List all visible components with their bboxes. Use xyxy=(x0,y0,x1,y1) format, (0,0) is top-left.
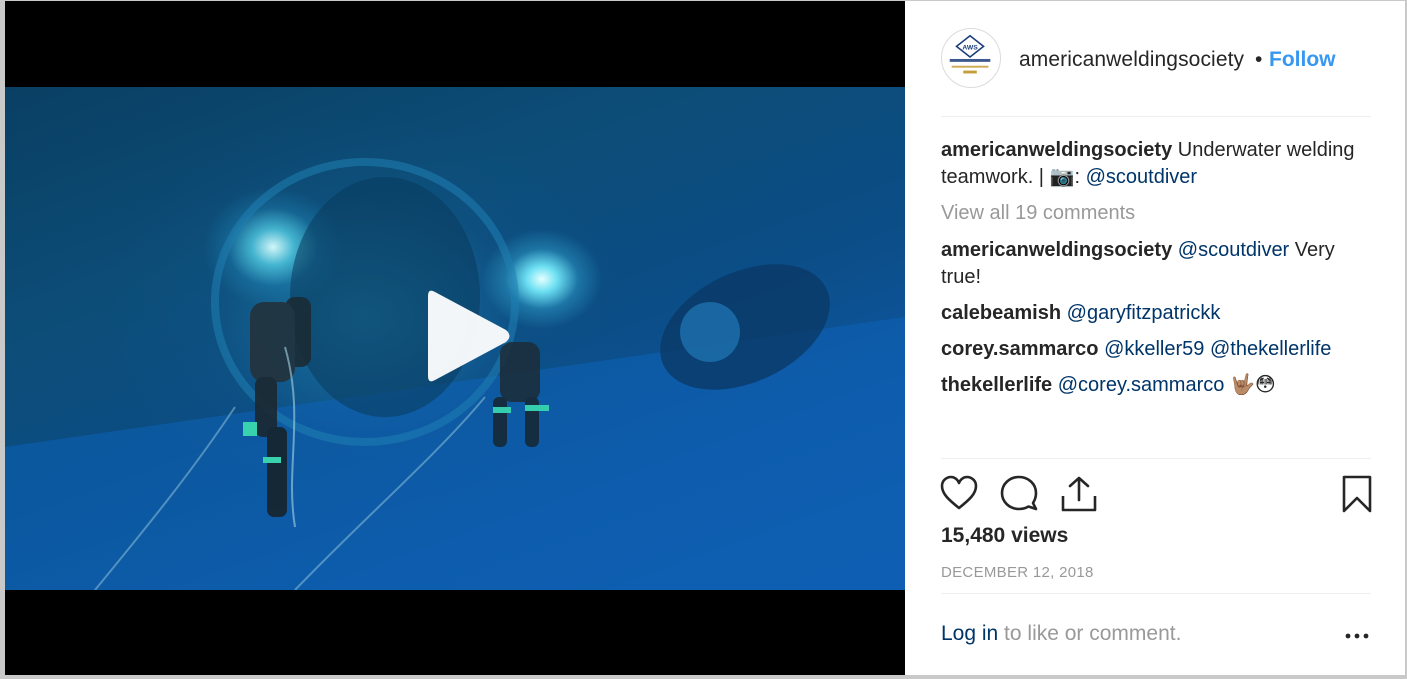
post-sidebar: AWS americanweldingsociety • Follow amer… xyxy=(905,1,1405,675)
comment-mention[interactable]: @garyfitzpatrickk xyxy=(1067,302,1221,324)
follow-button[interactable]: Follow xyxy=(1269,48,1336,72)
header-divider xyxy=(941,116,1371,117)
post-author-username[interactable]: americanweldingsociety xyxy=(1019,48,1244,72)
comment-item: corey.sammarco @kkeller59 @thekellerlife xyxy=(941,336,1377,363)
login-link[interactable]: Log in xyxy=(941,622,998,645)
comment-item: americanweldingsociety @scoutdiver Very … xyxy=(941,237,1377,291)
view-count[interactable]: 15,480 views xyxy=(941,524,1068,548)
comment-item: calebeamish @garyfitzpatrickk xyxy=(941,300,1377,327)
comment-extra-mention[interactable]: @thekellerlife xyxy=(1210,338,1331,360)
bookmark-icon[interactable] xyxy=(1337,474,1377,514)
more-options-icon[interactable] xyxy=(1345,629,1369,643)
comment-emoji: 🤟🏽😳 xyxy=(1229,374,1276,396)
comment-username[interactable]: calebeamish xyxy=(941,302,1061,324)
aws-logo-icon: AWS xyxy=(942,29,998,85)
caption-colon: : xyxy=(1074,166,1086,188)
comment-mention[interactable]: @corey.sammarco xyxy=(1058,374,1225,396)
post-date[interactable]: DECEMBER 12, 2018 xyxy=(941,564,1094,581)
caption: americanweldingsociety Underwater weldin… xyxy=(941,137,1377,191)
login-prompt-text: to like or comment. xyxy=(998,622,1182,645)
comment-icon[interactable] xyxy=(999,474,1039,514)
comment-item: thekellerlife @corey.sammarco 🤟🏽😳 xyxy=(941,372,1377,399)
separator-dot: • xyxy=(1255,48,1263,71)
caption-mention[interactable]: @scoutdiver xyxy=(1086,166,1197,188)
play-icon[interactable] xyxy=(414,286,514,386)
share-icon[interactable] xyxy=(1059,474,1099,514)
view-all-comments-link[interactable]: View all 19 comments xyxy=(941,200,1377,227)
comment-mention[interactable]: @scoutdiver xyxy=(1178,239,1289,261)
post-header: AWS americanweldingsociety • Follow xyxy=(905,1,1405,117)
actions-divider xyxy=(941,458,1371,459)
video-container[interactable] xyxy=(5,1,905,675)
comment-mention[interactable]: @kkeller59 xyxy=(1104,338,1204,360)
svg-text:AWS: AWS xyxy=(962,44,978,51)
comment-username[interactable]: americanweldingsociety xyxy=(941,239,1172,261)
comment-username[interactable]: corey.sammarco xyxy=(941,338,1099,360)
heart-icon[interactable] xyxy=(939,474,979,514)
caption-username[interactable]: americanweldingsociety xyxy=(941,139,1172,161)
video-player[interactable] xyxy=(5,87,905,590)
login-prompt: Log in to like or comment. xyxy=(941,622,1181,646)
camera-emoji: 📷 xyxy=(1049,166,1075,188)
avatar[interactable]: AWS xyxy=(941,28,1001,88)
footer-divider xyxy=(941,593,1371,594)
comments-list: americanweldingsociety Underwater weldin… xyxy=(941,137,1377,408)
comment-username[interactable]: thekellerlife xyxy=(941,374,1052,396)
